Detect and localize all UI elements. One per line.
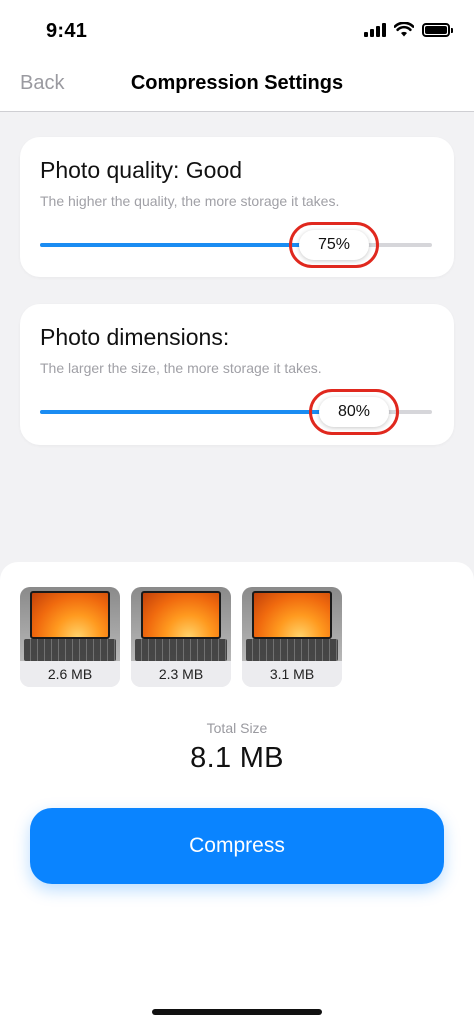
- status-bar: 9:41: [0, 0, 474, 62]
- photo-dimensions-slider-thumb[interactable]: 80%: [319, 397, 389, 427]
- battery-icon: [422, 22, 453, 37]
- navigation-bar: Back Compression Settings: [0, 62, 474, 112]
- wifi-icon: [394, 22, 414, 37]
- slider-track-fill: [40, 410, 354, 414]
- photo-quality-slider-thumb[interactable]: 75%: [299, 230, 369, 260]
- status-time: 9:41: [46, 20, 88, 42]
- compression-summary-sheet: 2.6 MB 2.3 MB 3.1 MB Total Size 8.1 MB C…: [0, 562, 474, 1026]
- photo-thumbnail[interactable]: 2.3 MB: [131, 587, 231, 687]
- photo-quality-slider[interactable]: 75%: [40, 222, 432, 268]
- laptop-photo: [20, 587, 120, 661]
- photo-dimensions-description: The larger the size, the more storage it…: [40, 360, 322, 376]
- photo-size-label: 2.6 MB: [20, 661, 120, 687]
- compress-button[interactable]: Compress: [30, 808, 444, 884]
- photo-quality-description: The higher the quality, the more storage…: [40, 193, 340, 209]
- photo-dimensions-slider[interactable]: 80%: [40, 389, 432, 435]
- photo-quality-card: Photo quality: Good The higher the quali…: [20, 137, 454, 277]
- cellular-signal-icon: [364, 22, 386, 37]
- slider-track-fill: [40, 243, 334, 247]
- laptop-photo: [242, 587, 342, 661]
- photo-thumbnails: 2.6 MB 2.3 MB 3.1 MB: [20, 587, 342, 687]
- home-indicator[interactable]: [152, 1009, 322, 1015]
- photo-thumbnail[interactable]: 3.1 MB: [242, 587, 342, 687]
- photo-thumbnail[interactable]: 2.6 MB: [20, 587, 120, 687]
- total-size-label: Total Size: [206, 720, 268, 736]
- photo-size-label: 3.1 MB: [242, 661, 342, 687]
- photo-quality-title: Photo quality: Good: [40, 157, 243, 183]
- total-size-value: 8.1 MB: [190, 742, 284, 774]
- page-title: Compression Settings: [130, 72, 344, 94]
- status-icons: [364, 22, 453, 37]
- photo-dimensions-title: Photo dimensions:: [40, 324, 230, 350]
- photo-dimensions-card: Photo dimensions: The larger the size, t…: [20, 304, 454, 445]
- laptop-photo: [131, 587, 231, 661]
- photo-size-label: 2.3 MB: [131, 661, 231, 687]
